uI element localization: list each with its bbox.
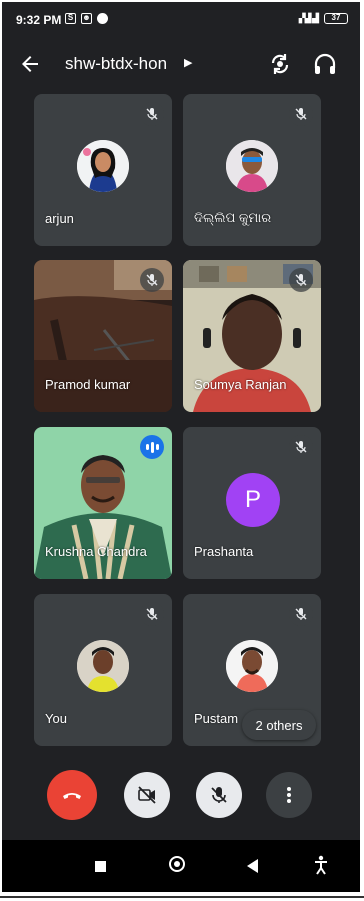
mic-off-icon — [140, 268, 164, 292]
divider — [0, 896, 364, 898]
mic-off-icon — [211, 787, 227, 803]
participant-name: ଦିଲ୍ଲିପ କୁମାର — [194, 210, 272, 225]
participant-name: Krushna Chandra — [45, 544, 147, 559]
mic-off-icon — [289, 102, 313, 126]
participant-name: Pustam — [194, 711, 239, 726]
notification-icons: S ☻ — [65, 13, 108, 24]
status-bar: 9:32 PM S ☻ ▞▟ ▟ 37 — [2, 2, 360, 38]
system-nav-bar — [2, 840, 360, 892]
participant-name: Soumya Ranjan — [194, 377, 287, 392]
participant-tile[interactable]: Soumya Ranjan — [183, 260, 321, 412]
signal-icon: ▞▟ ▟ — [298, 13, 319, 23]
recents-icon[interactable] — [95, 861, 106, 872]
notification-app-icon — [97, 13, 108, 24]
mic-off-icon — [289, 602, 313, 626]
status-right: ▞▟ ▟ 37 — [299, 13, 348, 24]
status-time: 9:32 PM — [16, 13, 62, 27]
participant-tile[interactable]: You — [34, 594, 172, 746]
accessibility-icon[interactable] — [314, 855, 328, 875]
call-header: shw-btdx-hon ▶ — [2, 42, 360, 86]
mic-off-icon — [140, 102, 164, 126]
mic-off-icon — [289, 268, 313, 292]
headphones-icon[interactable] — [312, 51, 338, 77]
participant-tile[interactable]: Krushna Chandra — [34, 427, 172, 579]
microphone-toggle-button[interactable] — [196, 772, 242, 818]
participant-tile[interactable]: Pramod kumar — [34, 260, 172, 412]
participant-name: Prashanta — [194, 544, 254, 559]
participant-tile[interactable]: P Prashanta — [183, 427, 321, 579]
participant-tile[interactable]: arjun — [34, 94, 172, 246]
others-chip[interactable]: 2 others — [242, 710, 316, 740]
notification-contact-icon: ☻ — [81, 13, 92, 24]
home-icon[interactable] — [169, 856, 185, 872]
participant-tile[interactable]: ଦିଲ୍ଲିପ କୁମାର — [183, 94, 321, 246]
participant-name: arjun — [45, 211, 74, 226]
avatar — [226, 140, 278, 192]
meeting-code[interactable]: shw-btdx-hon — [65, 54, 167, 74]
speaking-indicator-icon — [140, 435, 164, 459]
camera-toggle-button[interactable] — [124, 772, 170, 818]
notification-s-icon: S — [65, 13, 76, 24]
meet-call-screen: 9:32 PM S ☻ ▞▟ ▟ 37 shw-btdx-hon ▶ arjun… — [2, 2, 360, 892]
back-icon[interactable] — [247, 859, 258, 873]
participant-name: Pramod kumar — [45, 377, 131, 392]
battery-level: 37 — [324, 13, 348, 24]
camera-off-icon — [138, 786, 156, 804]
letter-avatar: P — [226, 473, 280, 527]
back-arrow-icon[interactable] — [18, 52, 42, 76]
end-call-button[interactable] — [47, 770, 97, 820]
avatar — [226, 640, 278, 692]
mic-off-icon — [289, 435, 313, 459]
flip-camera-icon[interactable] — [267, 51, 293, 77]
caret-right-icon[interactable]: ▶ — [184, 56, 192, 69]
avatar — [77, 140, 129, 192]
participant-name: You — [45, 711, 67, 726]
avatar — [77, 640, 129, 692]
mic-off-icon — [140, 602, 164, 626]
more-options-icon — [287, 787, 291, 803]
more-options-button[interactable] — [266, 772, 312, 818]
end-call-icon — [63, 793, 81, 799]
